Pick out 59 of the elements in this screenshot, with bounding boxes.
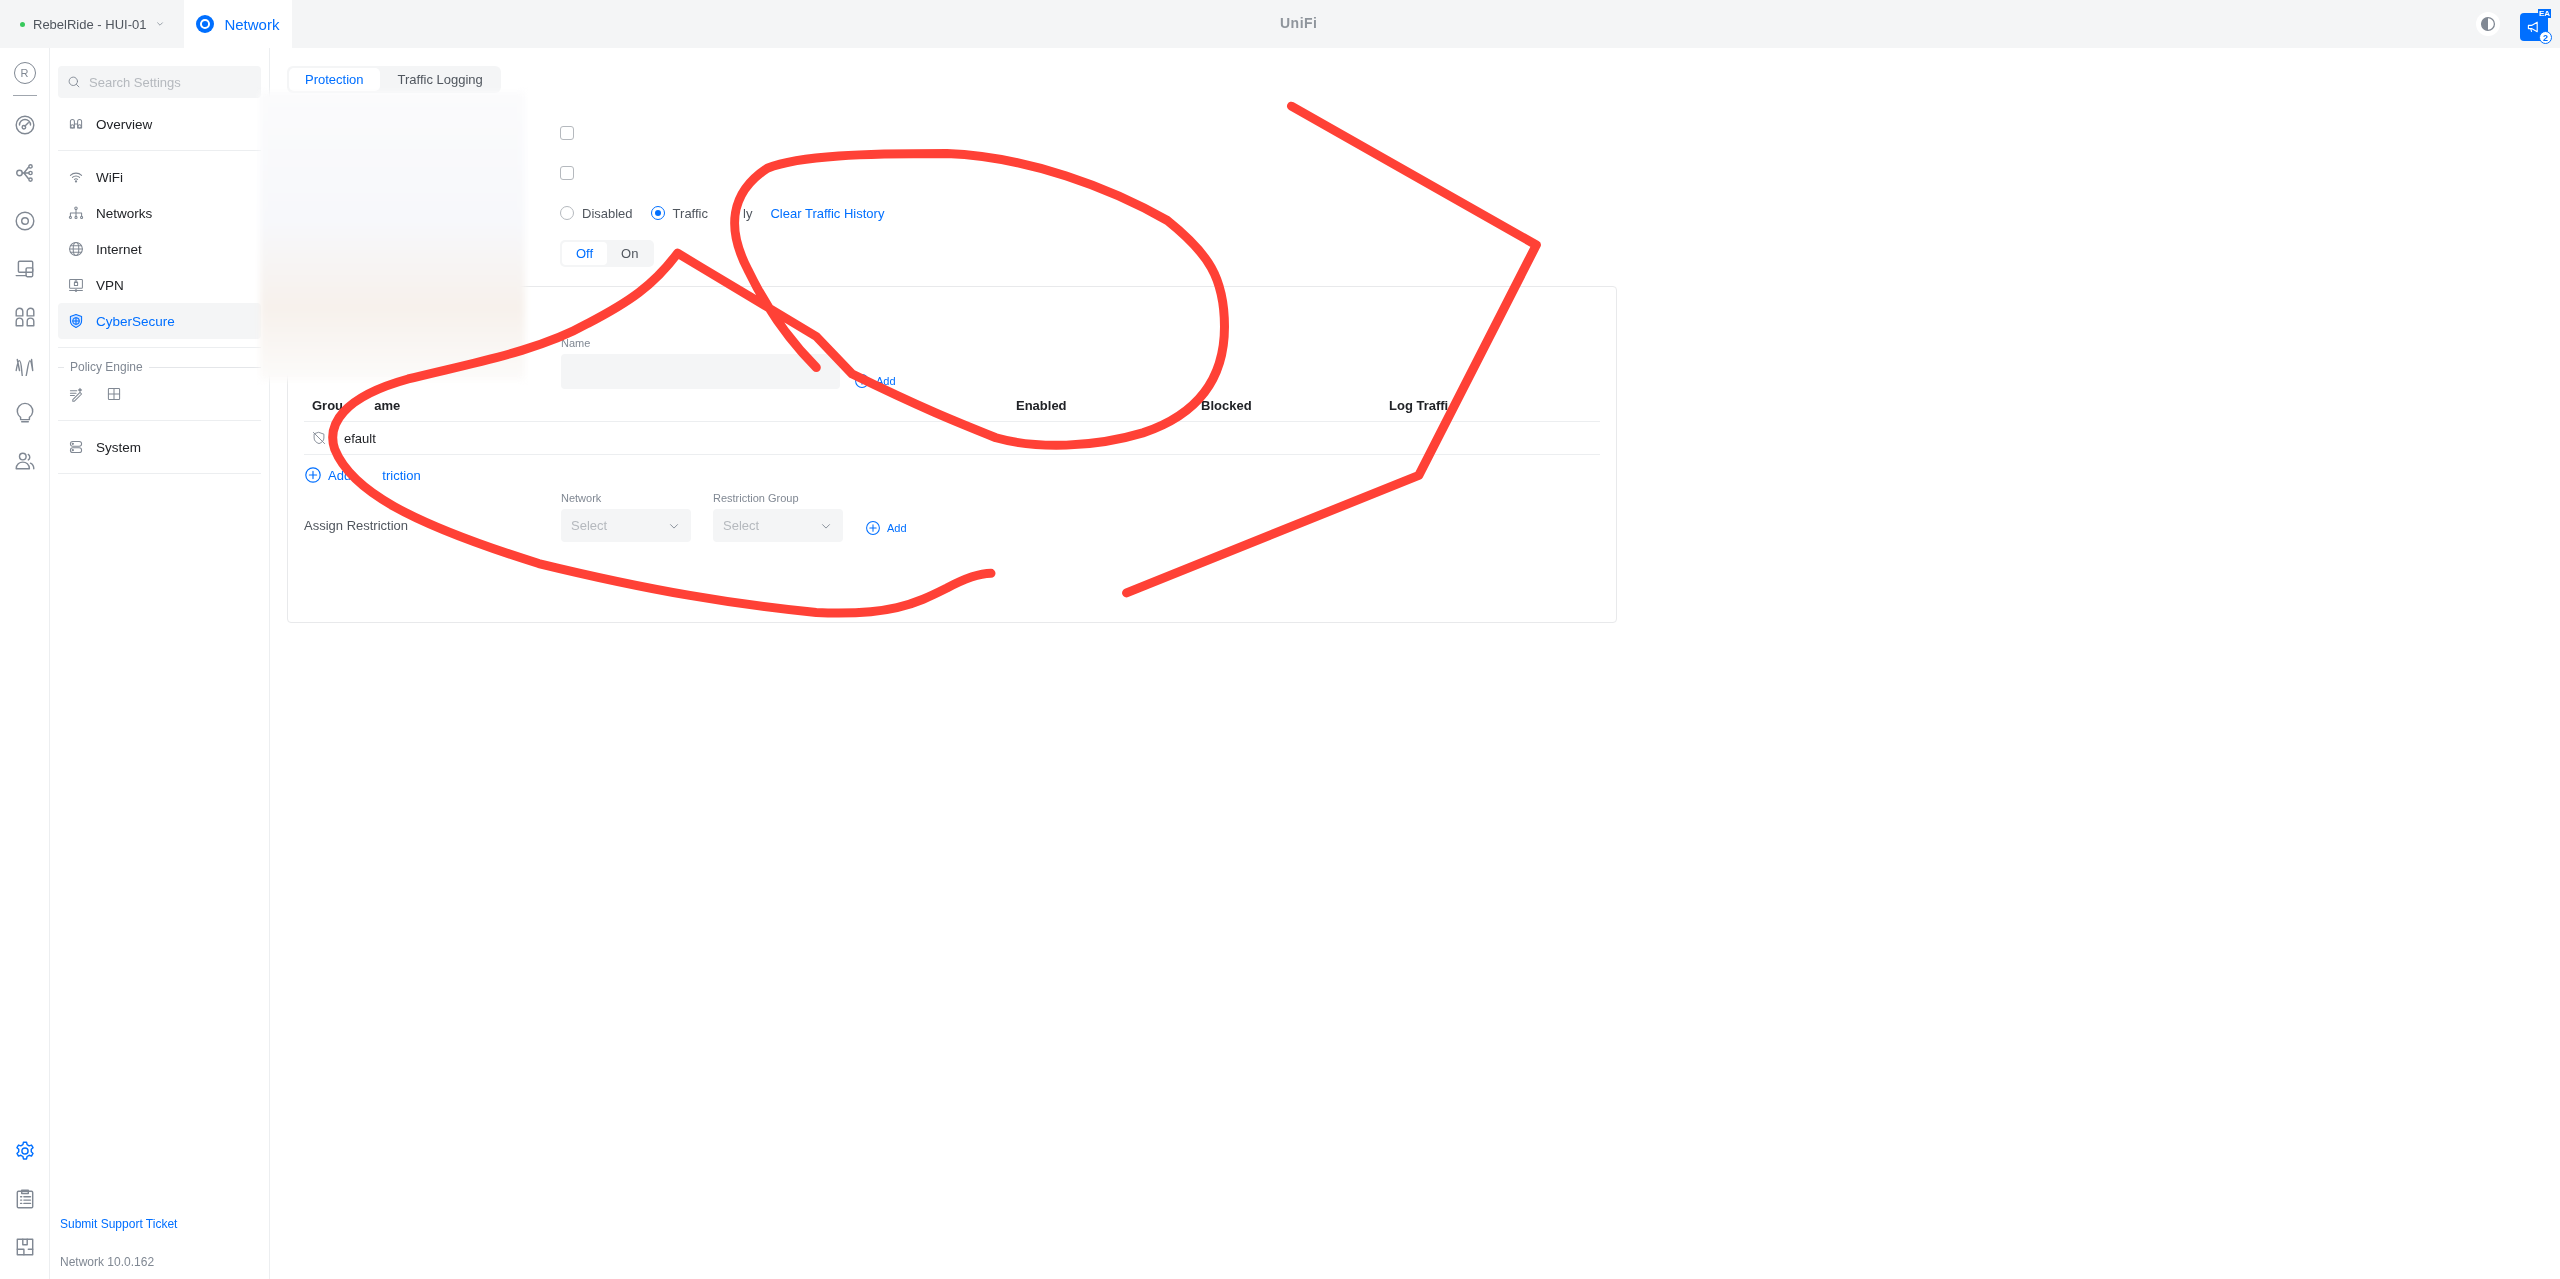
toggle-option[interactable]: On bbox=[607, 241, 653, 265]
column-header: Log Traffi bbox=[1389, 397, 1450, 413]
column-header: Enabled bbox=[1016, 397, 1068, 413]
target-icon bbox=[13, 210, 36, 232]
gauge-icon bbox=[13, 114, 36, 136]
topology-icon bbox=[13, 162, 36, 184]
server-icon bbox=[68, 439, 84, 455]
badge-label: EA bbox=[2537, 9, 2551, 18]
field-label: Name bbox=[561, 337, 592, 349]
sidebar-item[interactable]: CyberSecure bbox=[58, 303, 261, 339]
site-name[interactable]: RebelRide - HUI-01 bbox=[33, 16, 147, 32]
name-field[interactable] bbox=[561, 354, 840, 389]
grid-icon bbox=[13, 306, 36, 328]
theme-button[interactable] bbox=[2476, 12, 2500, 36]
column-header: Blocked bbox=[1201, 397, 1253, 413]
devices-icon bbox=[13, 258, 36, 280]
row-label: Assign Restriction bbox=[304, 517, 410, 535]
version-label: Network 10.0.162 bbox=[60, 1255, 156, 1269]
search-icon bbox=[67, 75, 81, 89]
sidebar-item[interactable]: System bbox=[58, 429, 261, 465]
field-label: Network bbox=[561, 492, 603, 504]
grid-icon bbox=[106, 386, 122, 402]
app-icon bbox=[196, 15, 215, 33]
sidebar-item[interactable]: Internet bbox=[58, 231, 261, 267]
toggle-option[interactable]: Off bbox=[562, 241, 608, 265]
monitor-lock-icon bbox=[68, 277, 84, 293]
plus-circle-icon bbox=[865, 520, 881, 536]
logo: UniFi bbox=[1280, 15, 1318, 31]
app-tab[interactable]: Network bbox=[184, 0, 293, 48]
clear-history-link[interactable]: Clear Traffic History bbox=[770, 205, 885, 221]
checkbox[interactable] bbox=[560, 126, 574, 140]
radio-option[interactable]: Traffic ly bbox=[650, 205, 753, 221]
network-icon bbox=[68, 205, 84, 221]
settings-icon bbox=[13, 1140, 36, 1162]
field-label: Restriction Group bbox=[713, 492, 800, 504]
search-field[interactable]: Search Settings bbox=[58, 66, 261, 98]
binoculars-icon bbox=[68, 116, 84, 132]
support-link[interactable]: Submit Support Ticket bbox=[60, 1217, 259, 1231]
column-header: Grou bbox=[312, 397, 344, 413]
checkbox[interactable] bbox=[560, 166, 574, 180]
shield-off-icon bbox=[312, 431, 326, 445]
radio-option[interactable]: Disabled bbox=[560, 205, 633, 221]
sidebar-item[interactable]: Overview bbox=[58, 106, 261, 142]
table-cell: efault bbox=[344, 430, 376, 446]
users-icon bbox=[13, 450, 36, 472]
globe-icon bbox=[68, 241, 84, 257]
tab[interactable]: Protection bbox=[289, 68, 380, 91]
column-header: ame bbox=[374, 397, 401, 413]
add-button[interactable]: Add bbox=[865, 520, 907, 536]
plus-circle-icon bbox=[304, 466, 322, 484]
section-label: Policy Engine bbox=[70, 360, 143, 374]
sidebar-item[interactable]: VPN bbox=[58, 267, 261, 303]
tab[interactable]: Traffic Logging bbox=[381, 68, 499, 91]
magic-pen-icon bbox=[68, 386, 84, 402]
shield-globe-icon bbox=[68, 313, 84, 329]
count-badge: 2 bbox=[2539, 31, 2552, 44]
sidebar-item[interactable]: WiFi bbox=[58, 159, 261, 195]
sidebar-item[interactable]: Networks bbox=[58, 195, 261, 231]
contrast-icon bbox=[2480, 16, 2496, 32]
